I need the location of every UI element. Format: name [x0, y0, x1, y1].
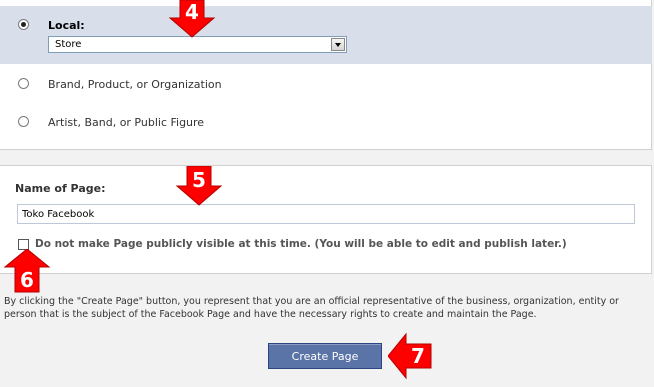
callout-6: 6 [3, 249, 51, 293]
callout-7-number: 7 [411, 344, 425, 368]
page-name-input[interactable] [17, 204, 635, 224]
local-radio[interactable] [18, 19, 29, 30]
page-name-label: Name of Page: [15, 182, 106, 195]
callout-7: 7 [388, 332, 432, 380]
callout-6-number: 6 [20, 268, 34, 292]
select-value: Store [55, 39, 82, 50]
local-option-row[interactable] [0, 6, 652, 64]
disclaimer-text: By clicking the "Create Page" button, yo… [4, 296, 619, 320]
create-page-button[interactable]: Create Page [268, 343, 382, 369]
brand-option-label: Brand, Product, or Organization [48, 78, 222, 91]
local-category-select[interactable]: Store [48, 36, 347, 53]
artist-option-label: Artist, Band, or Public Figure [48, 116, 205, 129]
visibility-label: Do not make Page publicly visible at thi… [35, 238, 567, 250]
local-option-label: Local: [48, 19, 85, 32]
callout-5-number: 5 [192, 168, 206, 192]
callout-5: 5 [175, 166, 223, 206]
artist-radio[interactable] [18, 116, 29, 127]
callout-4: 4 [168, 0, 216, 38]
brand-radio[interactable] [18, 78, 29, 89]
callout-4-number: 4 [185, 0, 199, 24]
chevron-down-icon[interactable] [331, 38, 345, 51]
